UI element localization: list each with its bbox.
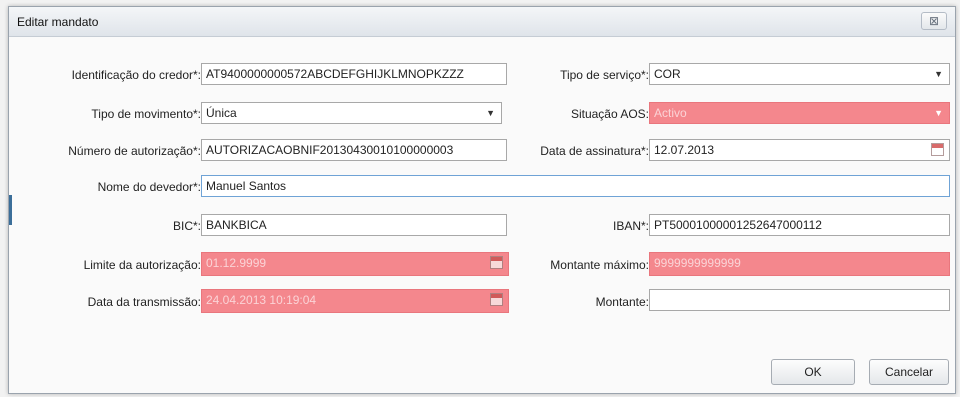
bic-field[interactable]: BANKBICA	[201, 214, 507, 236]
debtor-name-field[interactable]: Manuel Santos	[201, 175, 950, 197]
close-button[interactable]: ⊠	[921, 12, 947, 30]
amount-label: Montante:	[595, 295, 649, 309]
cancel-button[interactable]: Cancelar	[869, 359, 949, 385]
service-type-select[interactable]: COR ▼	[649, 63, 950, 85]
chevron-down-icon: ▼	[934, 108, 943, 118]
aos-status-label: Situação AOS:	[570, 107, 649, 121]
creditor-id-label: Identificação do credor*:	[71, 68, 201, 82]
focus-marker	[9, 195, 12, 225]
calendar-icon	[490, 293, 503, 306]
chevron-down-icon: ▼	[486, 108, 495, 118]
title-bar: Editar mandato ⊠	[9, 7, 955, 37]
signature-date-field[interactable]: 12.07.2013	[649, 139, 950, 161]
service-type-label: Tipo de serviço*:	[560, 68, 649, 82]
signature-date-label: Data de assinatura*:	[540, 144, 649, 158]
bic-label: BIC*:	[172, 219, 201, 233]
aos-status-select: Activo ▼	[649, 102, 950, 124]
max-amount-label: Montante máximo:	[550, 258, 649, 272]
close-icon: ⊠	[928, 14, 940, 28]
authorization-limit-value: 01.12.9999	[206, 256, 267, 270]
iban-label: IBAN*:	[612, 219, 649, 233]
chevron-down-icon: ▼	[934, 69, 943, 79]
transmission-date-field: 24.04.2013 10:19:04	[201, 289, 509, 313]
iban-field[interactable]: PT50001000001252647000112	[649, 214, 950, 236]
calendar-icon[interactable]	[931, 143, 944, 156]
movement-type-value: Única	[206, 106, 237, 120]
authorization-number-field[interactable]: AUTORIZACAOBNIF20130430010100000003	[201, 139, 507, 161]
edit-mandate-dialog: Editar mandato ⊠ Identificação do credor…	[8, 6, 956, 394]
authorization-limit-label: Limite da autorização:	[83, 258, 201, 272]
amount-field[interactable]	[649, 289, 950, 311]
aos-status-value: Activo	[654, 106, 687, 120]
creditor-id-field[interactable]: AT9400000000572ABCDEFGHIJKLMNOPKZZZ	[201, 63, 507, 85]
signature-date-value: 12.07.2013	[654, 143, 715, 157]
calendar-icon	[490, 256, 503, 269]
debtor-name-label: Nome do devedor*:	[97, 180, 201, 194]
dialog-title: Editar mandato	[17, 15, 99, 29]
transmission-date-value: 24.04.2013 10:19:04	[206, 293, 317, 307]
authorization-number-label: Número de autorização*:	[68, 144, 201, 158]
ok-button[interactable]: OK	[771, 359, 855, 385]
transmission-date-label: Data da transmissão:	[87, 295, 201, 309]
service-type-value: COR	[654, 67, 681, 81]
movement-type-label: Tipo de movimento*:	[91, 107, 201, 121]
authorization-limit-field: 01.12.9999	[201, 252, 509, 276]
movement-type-select[interactable]: Única ▼	[201, 102, 502, 124]
max-amount-field: 9999999999999	[649, 252, 950, 276]
